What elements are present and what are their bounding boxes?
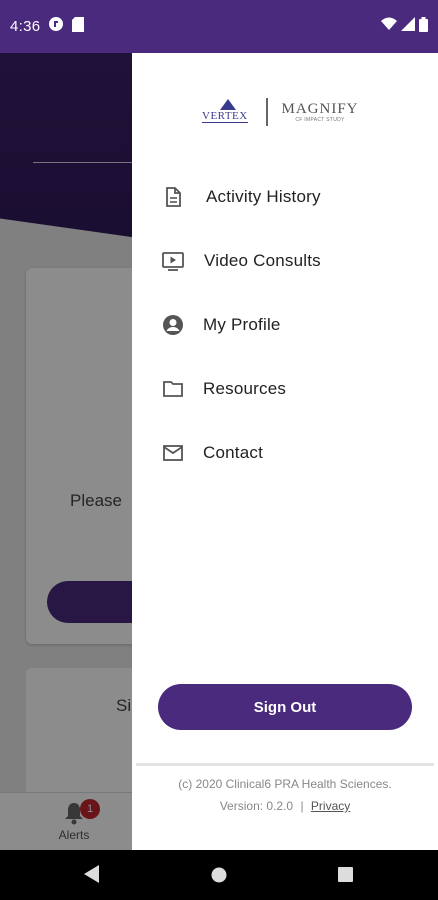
vertex-logo-text: VERTEX <box>202 110 248 123</box>
privacy-link[interactable]: Privacy <box>311 799 350 813</box>
screen: 4:36 Please Si 1 Alerts VERTEX MAGNIFY C… <box>0 0 438 900</box>
version-row: Version: 0.2.0 | Privacy <box>132 799 438 813</box>
mail-icon <box>162 442 184 464</box>
logo-divider <box>266 98 268 126</box>
status-bar: 4:36 <box>0 0 438 53</box>
footer-divider <box>136 763 434 766</box>
menu-item-label: My Profile <box>203 315 281 334</box>
magnify-logo-subtitle: CF IMPACT STUDY <box>295 116 345 123</box>
menu-item-video-consults[interactable]: Video Consults <box>132 229 438 293</box>
folder-icon <box>162 378 184 400</box>
video-icon <box>162 250 184 272</box>
menu-item-label: Contact <box>203 443 263 462</box>
menu-item-contact[interactable]: Contact <box>132 421 438 485</box>
version-text: Version: 0.2.0 <box>219 799 294 813</box>
magnify-logo: MAGNIFY CF IMPACT STUDY <box>281 100 359 123</box>
wifi-icon <box>381 17 397 36</box>
version-separator: | <box>300 799 304 813</box>
sd-card-icon <box>72 16 85 37</box>
vertex-logo: VERTEX <box>202 97 254 127</box>
magnify-logo-text: MAGNIFY <box>281 100 359 117</box>
menu-item-activity-history[interactable]: Activity History <box>132 165 438 229</box>
menu-item-resources[interactable]: Resources <box>132 357 438 421</box>
navigation-drawer: VERTEX MAGNIFY CF IMPACT STUDY Activity … <box>132 53 438 850</box>
battery-icon <box>419 16 428 37</box>
menu-item-label: Resources <box>203 379 287 398</box>
copyright-text: (c) 2020 Clinical6 PRA Health Sciences. <box>178 777 392 791</box>
system-navigation-bar <box>0 850 438 900</box>
account-icon <box>162 314 184 336</box>
signal-icon <box>401 17 415 36</box>
sign-out-button[interactable]: Sign Out <box>158 684 412 730</box>
recents-icon[interactable] <box>338 867 353 887</box>
status-time: 4:36 <box>10 18 41 35</box>
home-icon[interactable] <box>211 867 227 888</box>
drawer-menu: Activity History Video Consults My Profi… <box>132 165 438 485</box>
cloud-icon <box>48 16 64 37</box>
menu-item-label: Activity History <box>206 187 321 206</box>
menu-item-my-profile[interactable]: My Profile <box>132 293 438 357</box>
menu-item-label: Video Consults <box>204 251 321 270</box>
document-icon <box>162 186 184 208</box>
back-icon[interactable] <box>84 865 100 888</box>
app-logo: VERTEX MAGNIFY CF IMPACT STUDY <box>202 95 370 129</box>
